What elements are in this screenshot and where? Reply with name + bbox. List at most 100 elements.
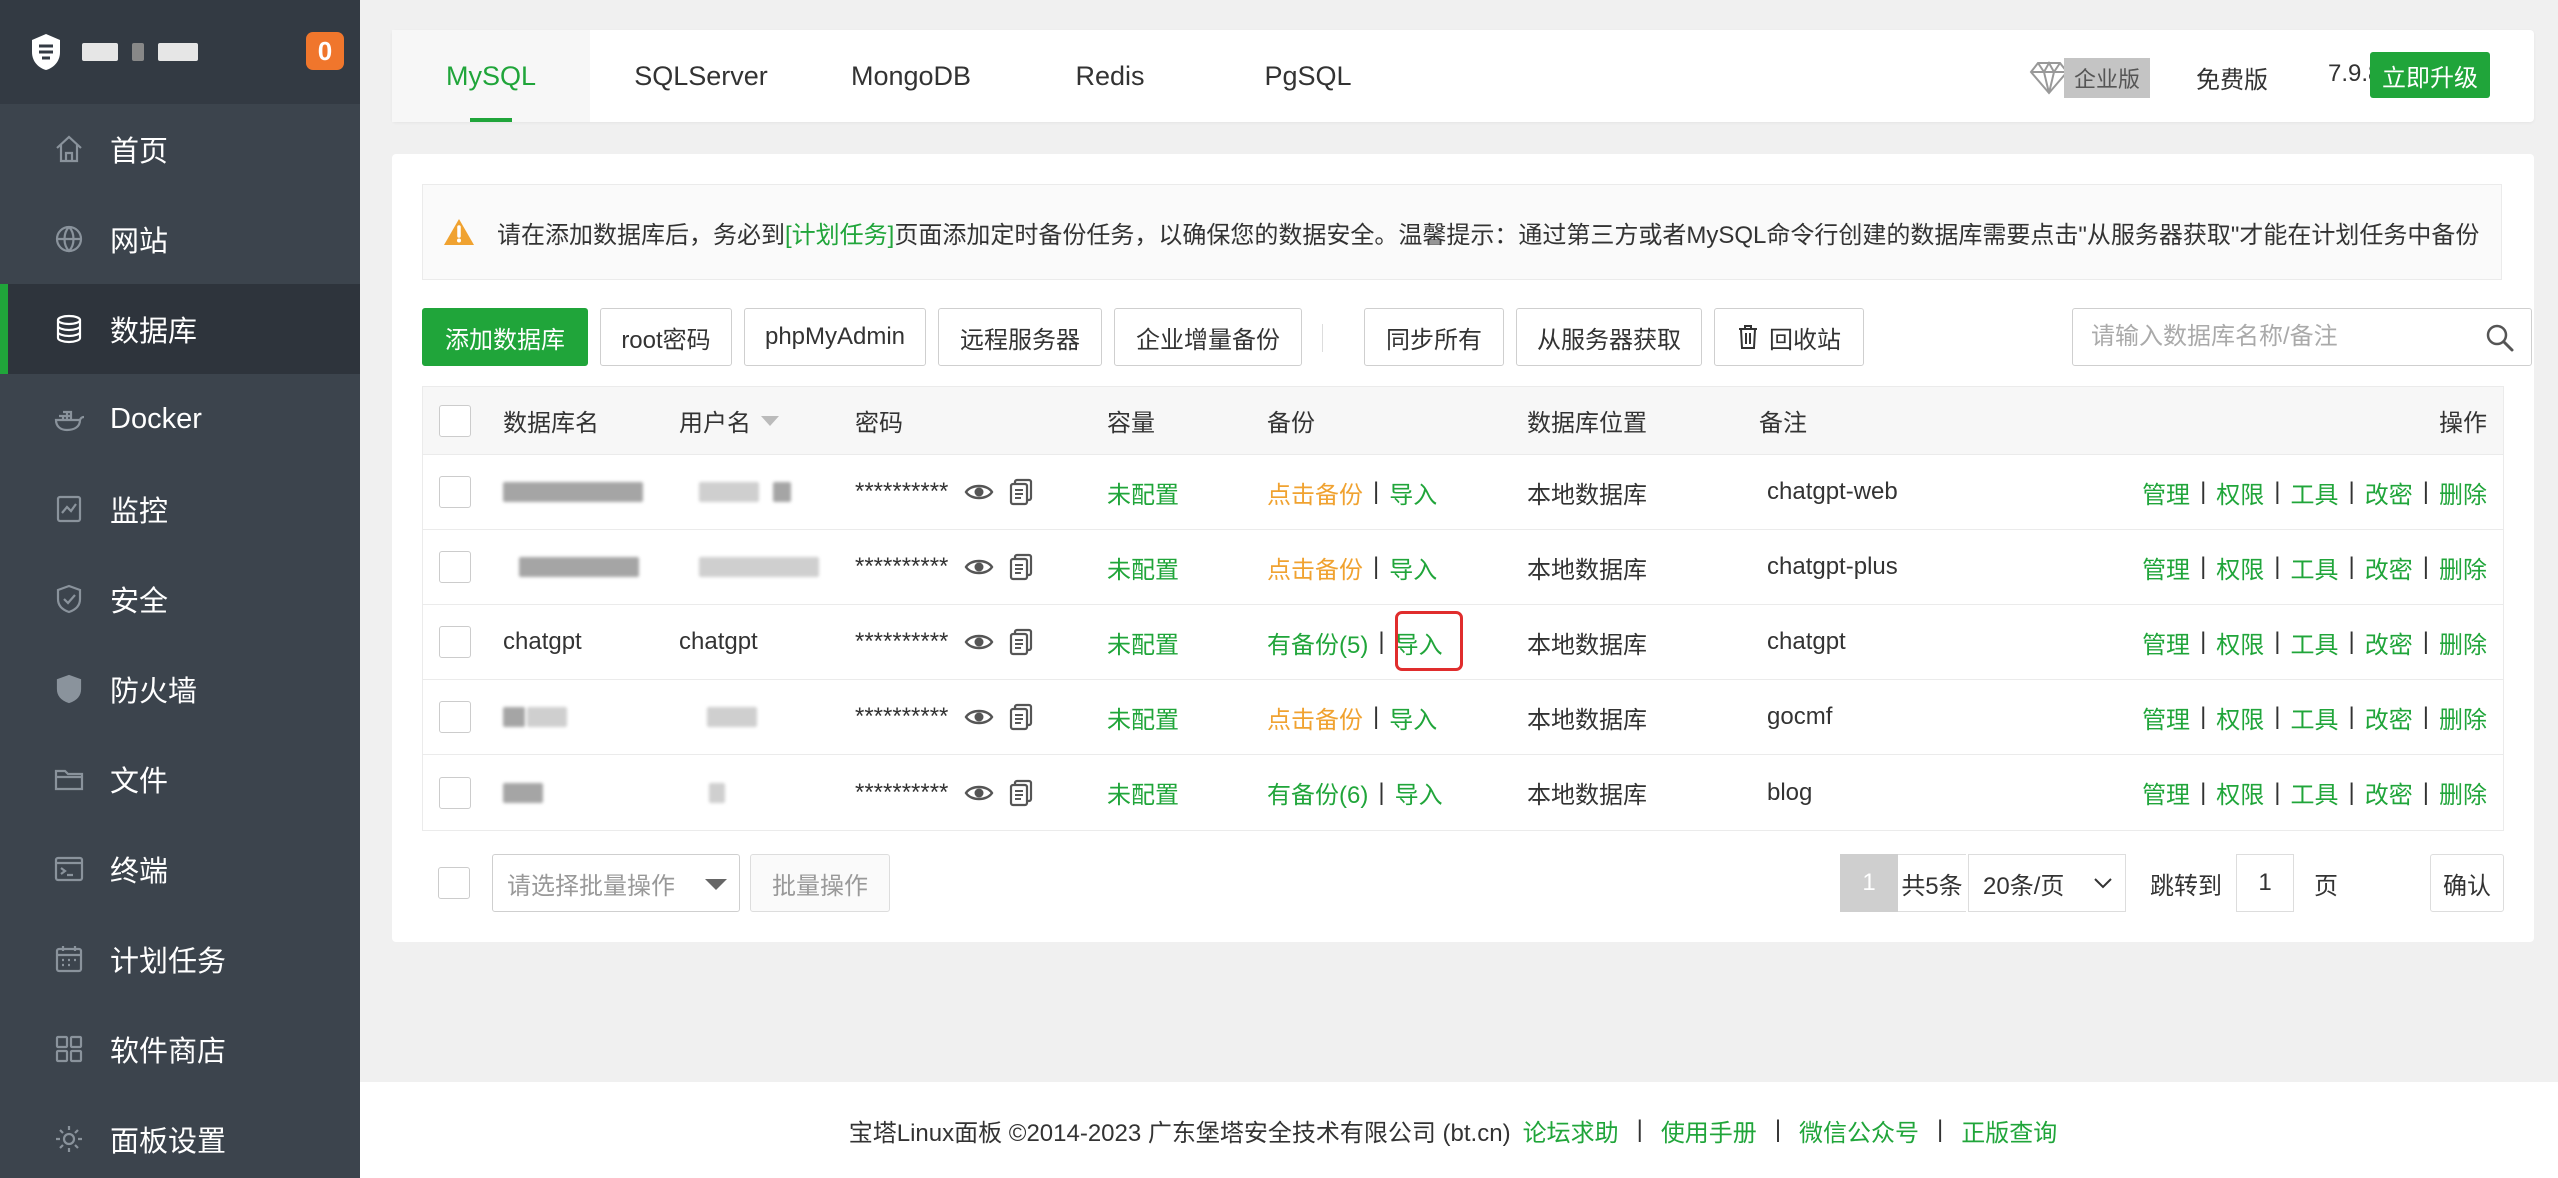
- search-input[interactable]: [2073, 309, 2473, 365]
- tab-pgsql[interactable]: PgSQL: [1210, 30, 1406, 122]
- sync-all-button[interactable]: 同步所有: [1364, 308, 1504, 366]
- wechat-link[interactable]: 微信公众号: [1799, 1113, 1919, 1148]
- capacity-cell[interactable]: 未配置: [1107, 755, 1179, 830]
- sidebar-item-appstore[interactable]: 软件商店: [0, 1004, 360, 1094]
- remote-server-button[interactable]: 远程服务器: [938, 308, 1102, 366]
- sidebar-item-database[interactable]: 数据库: [0, 284, 360, 374]
- sidebar-item-docker[interactable]: Docker: [0, 374, 360, 464]
- eye-icon[interactable]: [964, 702, 994, 732]
- enterprise-backup-button[interactable]: 企业增量备份: [1114, 308, 1302, 366]
- delete-link[interactable]: 删除: [2439, 700, 2487, 735]
- backup-link[interactable]: 点击备份: [1267, 475, 1363, 510]
- delete-link[interactable]: 删除: [2439, 775, 2487, 810]
- permission-link[interactable]: 权限: [2216, 625, 2264, 660]
- phpmyadmin-button[interactable]: phpMyAdmin: [744, 308, 926, 366]
- sidebar-item-files[interactable]: 文件: [0, 734, 360, 824]
- sidebar-item-settings[interactable]: 面板设置: [0, 1094, 360, 1178]
- backup-link[interactable]: 点击备份: [1267, 550, 1363, 585]
- alert-count-badge[interactable]: 0: [306, 32, 344, 70]
- eye-icon[interactable]: [964, 778, 994, 808]
- row-checkbox[interactable]: [439, 626, 471, 658]
- batch-operation-select[interactable]: 请选择批量操作: [492, 854, 740, 912]
- change-password-link[interactable]: 改密: [2365, 775, 2413, 810]
- capacity-cell[interactable]: 未配置: [1107, 455, 1179, 529]
- manage-link[interactable]: 管理: [2142, 475, 2190, 510]
- recycle-bin-button[interactable]: 回收站: [1714, 308, 1864, 366]
- permission-link[interactable]: 权限: [2216, 550, 2264, 585]
- note-cell[interactable]: blog: [1767, 755, 1812, 830]
- cron-task-link[interactable]: [计划任务]: [785, 215, 894, 250]
- eye-icon[interactable]: [964, 552, 994, 582]
- capacity-cell[interactable]: 未配置: [1107, 605, 1179, 679]
- tools-link[interactable]: 工具: [2291, 700, 2339, 735]
- import-link[interactable]: 导入: [1395, 775, 1443, 810]
- copy-icon[interactable]: [1006, 627, 1036, 657]
- note-cell[interactable]: chatgpt: [1767, 605, 1846, 679]
- capacity-cell[interactable]: 未配置: [1107, 530, 1179, 604]
- tools-link[interactable]: 工具: [2291, 775, 2339, 810]
- enterprise-badge[interactable]: 企业版: [2028, 58, 2151, 98]
- sidebar-item-monitor[interactable]: 监控: [0, 464, 360, 554]
- note-cell[interactable]: chatgpt-plus: [1767, 530, 1898, 604]
- import-link[interactable]: 导入: [1389, 550, 1437, 585]
- sidebar-item-website[interactable]: 网站: [0, 194, 360, 284]
- row-checkbox[interactable]: [439, 551, 471, 583]
- manage-link[interactable]: 管理: [2142, 775, 2190, 810]
- manual-link[interactable]: 使用手册: [1661, 1113, 1757, 1148]
- sidebar-item-terminal[interactable]: 终端: [0, 824, 360, 914]
- eye-icon[interactable]: [964, 477, 994, 507]
- row-checkbox[interactable]: [439, 776, 471, 809]
- permission-link[interactable]: 权限: [2216, 475, 2264, 510]
- tab-redis[interactable]: Redis: [1010, 30, 1210, 122]
- root-password-button[interactable]: root密码: [600, 308, 732, 366]
- header-username[interactable]: 用户名: [679, 387, 779, 454]
- tools-link[interactable]: 工具: [2291, 550, 2339, 585]
- sort-desc-icon[interactable]: [761, 415, 779, 426]
- change-password-link[interactable]: 改密: [2365, 700, 2413, 735]
- upgrade-button[interactable]: 立即升级: [2370, 52, 2490, 98]
- permission-link[interactable]: 权限: [2216, 775, 2264, 810]
- copy-icon[interactable]: [1006, 477, 1036, 507]
- sidebar-item-firewall[interactable]: 防火墙: [0, 644, 360, 734]
- fetch-from-server-button[interactable]: 从服务器获取: [1516, 308, 1702, 366]
- delete-link[interactable]: 删除: [2439, 625, 2487, 660]
- manage-link[interactable]: 管理: [2142, 700, 2190, 735]
- batch-operation-button[interactable]: 批量操作: [750, 854, 890, 912]
- row-checkbox[interactable]: [439, 476, 471, 508]
- delete-link[interactable]: 删除: [2439, 475, 2487, 510]
- copy-icon[interactable]: [1006, 702, 1036, 732]
- capacity-cell[interactable]: 未配置: [1107, 680, 1179, 754]
- page-size-select[interactable]: 20条/页: [1968, 854, 2126, 912]
- tools-link[interactable]: 工具: [2291, 475, 2339, 510]
- change-password-link[interactable]: 改密: [2365, 475, 2413, 510]
- backup-link[interactable]: 有备份(6): [1267, 775, 1368, 810]
- copy-icon[interactable]: [1006, 552, 1036, 582]
- tools-link[interactable]: 工具: [2291, 625, 2339, 660]
- note-cell[interactable]: gocmf: [1767, 680, 1832, 754]
- forum-link[interactable]: 论坛求助: [1523, 1113, 1619, 1148]
- sidebar-item-cron[interactable]: 计划任务: [0, 914, 360, 1004]
- permission-link[interactable]: 权限: [2216, 700, 2264, 735]
- note-cell[interactable]: chatgpt-web: [1767, 455, 1898, 529]
- current-page-button[interactable]: 1: [1840, 854, 1898, 912]
- confirm-jump-button[interactable]: 确认: [2430, 854, 2504, 912]
- import-link[interactable]: 导入: [1389, 475, 1437, 510]
- sidebar-item-security[interactable]: 安全: [0, 554, 360, 644]
- import-link[interactable]: 导入: [1389, 700, 1437, 735]
- tab-sqlserver[interactable]: SQLServer: [590, 30, 812, 122]
- tab-mongodb[interactable]: MongoDB: [812, 30, 1010, 122]
- eye-icon[interactable]: [964, 627, 994, 657]
- jump-page-input[interactable]: 1: [2236, 854, 2294, 912]
- copy-icon[interactable]: [1006, 778, 1036, 808]
- change-password-link[interactable]: 改密: [2365, 625, 2413, 660]
- backup-link[interactable]: 有备份(5): [1267, 625, 1368, 660]
- manage-link[interactable]: 管理: [2142, 550, 2190, 585]
- delete-link[interactable]: 删除: [2439, 550, 2487, 585]
- add-database-button[interactable]: 添加数据库: [422, 308, 588, 366]
- backup-link[interactable]: 点击备份: [1267, 700, 1363, 735]
- tab-mysql[interactable]: MySQL: [392, 30, 590, 122]
- search-icon[interactable]: [2485, 323, 2515, 353]
- row-checkbox[interactable]: [439, 701, 471, 733]
- change-password-link[interactable]: 改密: [2365, 550, 2413, 585]
- manage-link[interactable]: 管理: [2142, 625, 2190, 660]
